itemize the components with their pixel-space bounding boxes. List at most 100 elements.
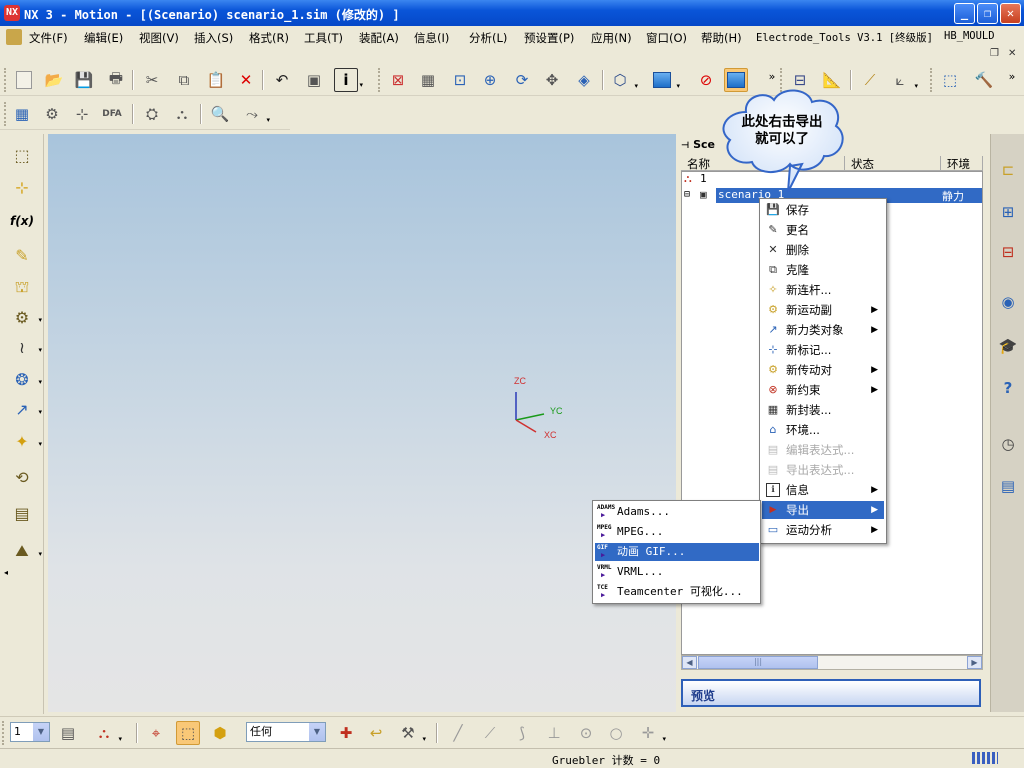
menu-format[interactable]: 格式(R) bbox=[249, 30, 289, 46]
cut-icon[interactable]: ✂ bbox=[140, 68, 164, 92]
zoom-area-icon[interactable]: ▦ bbox=[416, 68, 440, 92]
menu-item-motion-analysis[interactable]: ▭ 运动分析 ▶ bbox=[762, 521, 884, 539]
toolbar-grip[interactable] bbox=[930, 68, 934, 92]
print-icon[interactable]: 🖶 bbox=[104, 68, 128, 92]
force-icon[interactable]: ↗ ▾ bbox=[8, 396, 42, 422]
app-menu-icon[interactable] bbox=[6, 29, 22, 45]
menu-information[interactable]: 信息(I) bbox=[414, 30, 449, 46]
fit-icon[interactable]: ⊠ bbox=[386, 68, 410, 92]
graphics-viewport[interactable]: ZC YC XC bbox=[48, 134, 676, 712]
hide-icon[interactable]: ⊘ bbox=[694, 68, 718, 92]
select-feature-icon[interactable]: ⬢ bbox=[208, 721, 232, 745]
link-joint-icon[interactable]: ⛫ bbox=[8, 274, 36, 300]
open-icon[interactable]: 📂 bbox=[42, 68, 66, 92]
zoom-window-icon[interactable]: ⊡ bbox=[448, 68, 472, 92]
menu-assembly[interactable]: 装配(A) bbox=[359, 30, 399, 46]
delete-icon[interactable]: ✕ bbox=[234, 68, 258, 92]
new-icon[interactable] bbox=[12, 68, 36, 92]
undo-selection-icon[interactable]: ↩ bbox=[364, 721, 388, 745]
menu-item-new-marker[interactable]: ⊹ 新标记... bbox=[762, 341, 884, 359]
toolbar-grip[interactable] bbox=[4, 68, 8, 92]
export-icon[interactable]: ⬚ bbox=[938, 68, 962, 92]
copy-display-icon[interactable]: ▣ bbox=[302, 68, 326, 92]
work-layer-select[interactable]: 1 ▼ bbox=[10, 722, 50, 742]
view-orient-icon[interactable]: ⬡ ▾ bbox=[608, 68, 638, 92]
menu-item-new-force[interactable]: ↗ 新力类对象 ▶ bbox=[762, 321, 884, 339]
menu-insert[interactable]: 插入(S) bbox=[194, 30, 233, 46]
scroll-thumb[interactable]: ||| bbox=[698, 656, 818, 669]
menu-item-delete[interactable]: ✕ 删除 bbox=[762, 241, 884, 259]
submenu-item-animated-gif[interactable]: GIF 动画 GIF... bbox=[595, 543, 759, 561]
link-icon[interactable]: ⬚ bbox=[8, 142, 36, 168]
perspective-icon[interactable]: ◈ bbox=[572, 68, 596, 92]
submenu-item-teamcenter[interactable]: TCE Teamcenter 可视化... bbox=[595, 583, 759, 601]
joint-wizard-icon[interactable]: ⚙ bbox=[40, 102, 64, 126]
training-icon[interactable]: 🎓 bbox=[994, 332, 1022, 360]
column-environment[interactable]: 环境 bbox=[941, 156, 983, 171]
rotate-icon[interactable]: ⟳ bbox=[510, 68, 534, 92]
select-filter-icon[interactable]: ✚ bbox=[334, 721, 358, 745]
menu-item-new-constraint[interactable]: ⊗ 新约束 ▶ bbox=[762, 381, 884, 399]
dropdown-arrow-icon[interactable]: ▼ bbox=[309, 723, 325, 741]
packaging-icon[interactable]: ⛭ bbox=[140, 102, 164, 126]
minimize-button[interactable]: _ bbox=[954, 3, 975, 24]
select-body-icon[interactable]: ⬚ bbox=[176, 721, 200, 745]
coil-icon[interactable]: ❂ ▾ bbox=[8, 366, 42, 392]
preview-panel[interactable]: 预览 bbox=[681, 679, 981, 707]
point-icon[interactable]: ✦ ▾ bbox=[8, 428, 42, 454]
menu-edit[interactable]: 编辑(E) bbox=[84, 30, 123, 46]
paste-icon[interactable]: 📋 bbox=[204, 68, 228, 92]
menu-electrode-tools[interactable]: Electrode_Tools V3.1 [终级版] bbox=[756, 30, 933, 45]
left-toolbar-overflow[interactable]: ◂ bbox=[4, 568, 8, 577]
restore-button[interactable]: ❐ bbox=[977, 3, 998, 24]
submenu-item-mpeg[interactable]: MPEG MPEG... bbox=[595, 523, 759, 541]
system-materials-icon[interactable]: ▤ bbox=[994, 472, 1022, 500]
history-icon[interactable]: ◷ bbox=[994, 430, 1022, 458]
toolbar-overflow-2[interactable]: » bbox=[1000, 64, 1024, 88]
save-icon[interactable]: 💾 bbox=[72, 68, 96, 92]
horizontal-scrollbar[interactable]: ◀ ||| ▶ bbox=[681, 655, 983, 670]
snap-point-icon[interactable]: ⛬ ▾ bbox=[92, 721, 122, 745]
menu-item-save[interactable]: 💾 保存 bbox=[762, 201, 884, 219]
marker-icon[interactable]: ⊹ bbox=[8, 174, 36, 200]
assembly-navigator-icon[interactable]: ⊏ bbox=[994, 156, 1022, 184]
scroll-right-button[interactable]: ▶ bbox=[967, 656, 982, 669]
part-navigator-icon[interactable]: ⊞ bbox=[994, 198, 1022, 226]
cam-icon[interactable]: ⟲ bbox=[8, 464, 36, 490]
curve-analysis-icon[interactable]: ⟀ ▾ bbox=[888, 68, 919, 92]
marker-wizard-icon[interactable]: ⊹ bbox=[70, 102, 94, 126]
menu-item-rename[interactable]: ✎ 更名 bbox=[762, 221, 884, 239]
toolbar-grip[interactable] bbox=[4, 102, 8, 126]
mdi-close-button[interactable]: ✕ bbox=[1008, 48, 1016, 59]
menu-hb-mould[interactable]: HB_MOULD bbox=[944, 30, 995, 42]
menu-window[interactable]: 窗口(O) bbox=[646, 30, 687, 46]
analysis-icon[interactable]: ⟋ bbox=[858, 68, 882, 92]
toolbar-grip[interactable] bbox=[378, 68, 382, 92]
spreadsheet-icon[interactable]: ▦ bbox=[10, 102, 34, 126]
crosshair-icon[interactable]: ⌖ bbox=[144, 721, 168, 745]
menu-item-export[interactable]: ▶ 导出 ▶ bbox=[762, 501, 884, 519]
menu-tools[interactable]: 工具(T) bbox=[304, 30, 343, 46]
help-icon[interactable]: ? bbox=[994, 374, 1022, 402]
column-status[interactable]: 状态 bbox=[845, 156, 941, 171]
copy-icon[interactable]: ⧉ bbox=[172, 68, 196, 92]
pick-tool-icon[interactable]: ⚒ ▾ bbox=[396, 721, 426, 745]
menu-application[interactable]: 应用(N) bbox=[591, 30, 632, 46]
info-icon[interactable]: i ▾ bbox=[334, 68, 363, 92]
dfa-icon[interactable]: DFA bbox=[100, 102, 124, 126]
inspect-icon[interactable]: 🔍 bbox=[208, 102, 232, 126]
scroll-left-button[interactable]: ◀ bbox=[682, 656, 697, 669]
menu-preferences[interactable]: 预设置(P) bbox=[524, 30, 574, 46]
pencil-icon[interactable]: ✎ bbox=[8, 242, 36, 268]
menu-item-information[interactable]: ℹ 信息 ▶ bbox=[762, 481, 884, 499]
menu-item-new-joint[interactable]: ⚙ 新运动副 ▶ bbox=[762, 301, 884, 319]
mdi-restore-button[interactable]: ❐ bbox=[990, 48, 999, 59]
assembly-icon[interactable]: ▤ bbox=[8, 500, 36, 526]
motion-navigator-icon[interactable]: ⊟ bbox=[994, 238, 1022, 266]
menu-item-new-coupler[interactable]: ⚙ 新传动对 ▶ bbox=[762, 361, 884, 379]
web-browser-icon[interactable]: ◉ bbox=[994, 288, 1022, 316]
menu-view[interactable]: 视图(V) bbox=[139, 30, 179, 46]
toolbar-grip[interactable] bbox=[2, 721, 6, 745]
clearance-icon[interactable]: ⛬ bbox=[170, 102, 194, 126]
menu-file[interactable]: 文件(F) bbox=[29, 30, 68, 46]
